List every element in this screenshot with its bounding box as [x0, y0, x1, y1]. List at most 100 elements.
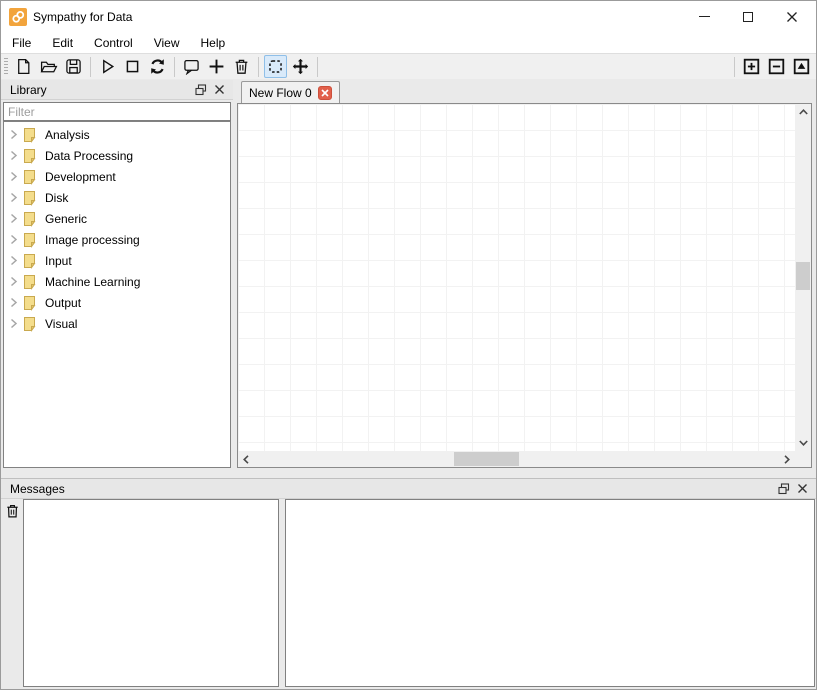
- scroll-right-arrow-icon[interactable]: [779, 451, 795, 467]
- stop-button[interactable]: [121, 55, 144, 78]
- messages-content: [1, 499, 816, 689]
- chevron-right-icon[interactable]: [4, 129, 22, 140]
- menu-help[interactable]: Help: [194, 34, 233, 52]
- flow-tab-label: New Flow 0: [249, 86, 312, 100]
- flow-dock: New Flow 0: [237, 80, 814, 470]
- folder-icon: [22, 127, 38, 143]
- chevron-right-icon[interactable]: [4, 276, 22, 287]
- title-bar: Sympathy for Data: [1, 1, 816, 32]
- flow-tab-close-button[interactable]: [318, 86, 332, 100]
- toolbar-separator: [317, 57, 318, 77]
- minimize-icon: [699, 16, 710, 17]
- reload-button[interactable]: [146, 55, 169, 78]
- tree-item-development[interactable]: Development: [4, 166, 230, 187]
- move-icon: [292, 58, 309, 75]
- chevron-right-icon[interactable]: [4, 234, 22, 245]
- messages-header: Messages: [1, 479, 816, 499]
- pan-tool-button[interactable]: [289, 55, 312, 78]
- zoom-fit-button[interactable]: [790, 55, 813, 78]
- library-float-button[interactable]: [192, 82, 210, 98]
- close-icon: [797, 483, 808, 494]
- vertical-scrollbar-thumb[interactable]: [796, 262, 810, 290]
- menu-file[interactable]: File: [5, 34, 38, 52]
- new-flow-button[interactable]: [12, 55, 35, 78]
- close-tab-icon: [321, 89, 329, 97]
- float-panel-icon: [195, 84, 207, 96]
- tree-item-machine-learning[interactable]: Machine Learning: [4, 271, 230, 292]
- tree-item-visual[interactable]: Visual: [4, 313, 230, 334]
- messages-list[interactable]: [23, 499, 279, 687]
- chevron-right-icon[interactable]: [4, 150, 22, 161]
- close-icon: [786, 11, 798, 23]
- clear-messages-button[interactable]: [2, 501, 22, 521]
- vertical-scrollbar[interactable]: [795, 104, 811, 451]
- folder-icon: [22, 316, 38, 332]
- tree-item-disk[interactable]: Disk: [4, 187, 230, 208]
- save-flow-button[interactable]: [62, 55, 85, 78]
- folder-icon: [22, 148, 38, 164]
- toolbar-separator: [734, 57, 735, 77]
- scrollbar-corner: [795, 451, 811, 467]
- flow-canvas[interactable]: [238, 104, 795, 451]
- library-close-button[interactable]: [210, 82, 228, 98]
- tree-item-label: Input: [45, 254, 72, 268]
- chevron-right-icon[interactable]: [4, 297, 22, 308]
- comment-icon: [183, 58, 200, 75]
- chevron-right-icon[interactable]: [4, 318, 22, 329]
- close-button[interactable]: [770, 1, 814, 32]
- insert-node-button[interactable]: [205, 55, 228, 78]
- scroll-up-arrow-icon[interactable]: [795, 104, 811, 120]
- chevron-right-icon[interactable]: [4, 192, 22, 203]
- folder-icon: [22, 274, 38, 290]
- delete-button[interactable]: [230, 55, 253, 78]
- toolbar-separator: [174, 57, 175, 77]
- tree-item-label: Analysis: [45, 128, 90, 142]
- flow-tab[interactable]: New Flow 0: [241, 81, 340, 103]
- run-button[interactable]: [96, 55, 119, 78]
- save-icon: [65, 58, 82, 75]
- trash-icon: [233, 58, 250, 75]
- horizontal-scrollbar-thumb[interactable]: [454, 452, 519, 466]
- select-tool-button[interactable]: [264, 55, 287, 78]
- tree-item-analysis[interactable]: Analysis: [4, 124, 230, 145]
- messages-panel: Messages: [1, 478, 816, 689]
- library-filter-input[interactable]: [3, 102, 231, 121]
- tree-item-label: Machine Learning: [45, 275, 140, 289]
- open-folder-icon: [40, 58, 58, 75]
- tree-item-input[interactable]: Input: [4, 250, 230, 271]
- menu-edit[interactable]: Edit: [45, 34, 80, 52]
- refresh-icon: [149, 58, 166, 75]
- tree-item-output[interactable]: Output: [4, 292, 230, 313]
- maximize-button[interactable]: [726, 1, 770, 32]
- zoom-in-button[interactable]: [740, 55, 763, 78]
- messages-title: Messages: [10, 482, 775, 496]
- chevron-right-icon[interactable]: [4, 255, 22, 266]
- insert-comment-button[interactable]: [180, 55, 203, 78]
- toolbar-grip[interactable]: [4, 58, 8, 76]
- tree-item-label: Data Processing: [45, 149, 133, 163]
- zoom-out-button[interactable]: [765, 55, 788, 78]
- messages-float-button[interactable]: [775, 481, 793, 497]
- menu-view[interactable]: View: [147, 34, 187, 52]
- library-tree: Analysis Data Processing Development Dis…: [3, 121, 231, 468]
- messages-close-button[interactable]: [793, 481, 811, 497]
- chevron-right-icon[interactable]: [4, 213, 22, 224]
- flow-canvas-frame: [237, 103, 812, 468]
- plus-icon: [208, 58, 225, 75]
- horizontal-scrollbar[interactable]: [238, 451, 795, 467]
- open-flow-button[interactable]: [37, 55, 60, 78]
- tree-item-generic[interactable]: Generic: [4, 208, 230, 229]
- folder-icon: [22, 211, 38, 227]
- tree-item-image-processing[interactable]: Image processing: [4, 229, 230, 250]
- chevron-right-icon[interactable]: [4, 171, 22, 182]
- toolbar-separator: [90, 57, 91, 77]
- trash-icon: [5, 503, 20, 519]
- folder-icon: [22, 169, 38, 185]
- selection-icon: [267, 58, 284, 75]
- menu-control[interactable]: Control: [87, 34, 140, 52]
- messages-detail[interactable]: [285, 499, 815, 687]
- scroll-left-arrow-icon[interactable]: [238, 451, 254, 467]
- minimize-button[interactable]: [682, 1, 726, 32]
- scroll-down-arrow-icon[interactable]: [795, 435, 811, 451]
- tree-item-data-processing[interactable]: Data Processing: [4, 145, 230, 166]
